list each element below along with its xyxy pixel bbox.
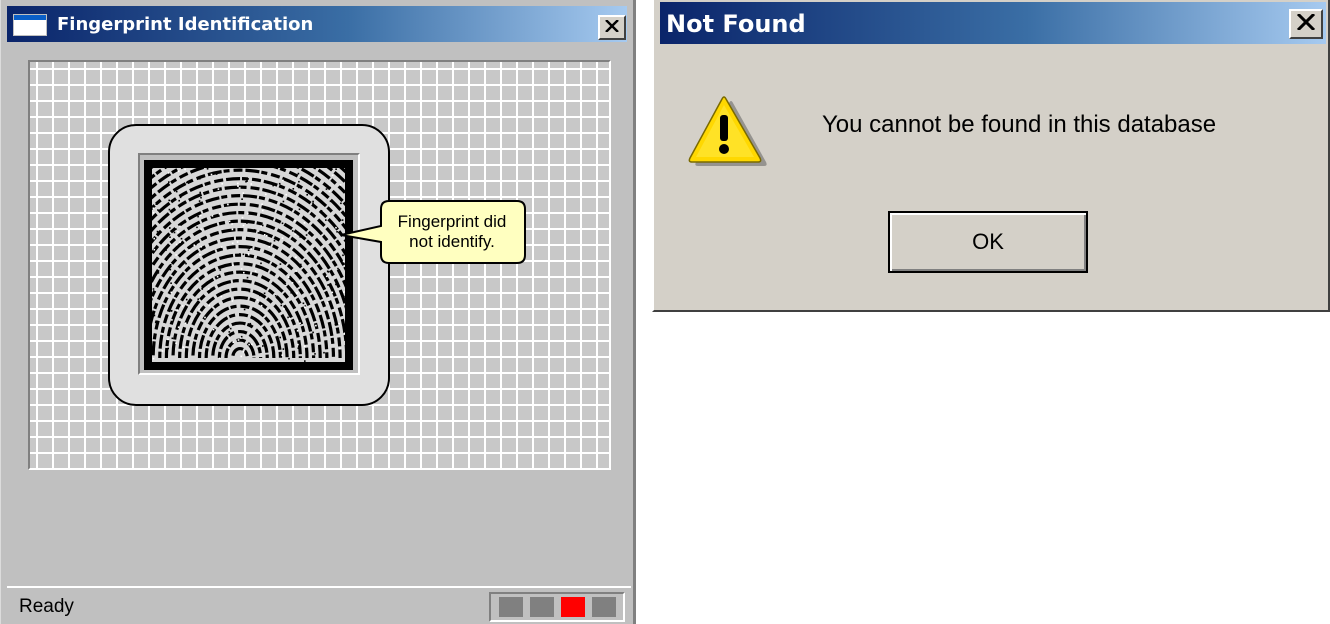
status-bar: Ready: [7, 586, 631, 624]
dialog-message: You cannot be found in this database: [822, 111, 1217, 138]
status-led-1: [499, 597, 523, 617]
fingerprint-window-title: Fingerprint Identification: [57, 14, 314, 35]
fingerprint-window-titlebar[interactable]: Fingerprint Identification: [7, 6, 627, 42]
dialog-close-button[interactable]: [1289, 9, 1323, 39]
identification-callout: Fingerprint did not identify.: [340, 198, 527, 268]
fingerprint-close-button[interactable]: [598, 15, 626, 40]
status-text: Ready: [19, 596, 74, 617]
warning-icon: [686, 96, 770, 168]
dialog-title: Not Found: [666, 10, 806, 38]
fingerprint-image: [144, 160, 353, 370]
close-x-icon: [1296, 12, 1316, 35]
status-led-3: [561, 597, 585, 617]
callout-line-2: not identify.: [409, 232, 495, 251]
app-window-icon: [13, 14, 47, 36]
status-indicator-panel: [489, 592, 625, 622]
callout-line-1: Fingerprint did: [397, 212, 507, 231]
fingerprint-pattern: [152, 168, 345, 362]
status-led-2: [530, 597, 554, 617]
status-led-4: [592, 597, 616, 617]
dialog-titlebar[interactable]: Not Found: [660, 2, 1326, 44]
callout-message: Fingerprint did not identify.: [377, 212, 527, 252]
close-x-icon: [605, 18, 619, 37]
fingerprint-window: Fingerprint Identification Fingerprint d…: [0, 0, 636, 624]
ok-button[interactable]: OK: [888, 211, 1088, 273]
